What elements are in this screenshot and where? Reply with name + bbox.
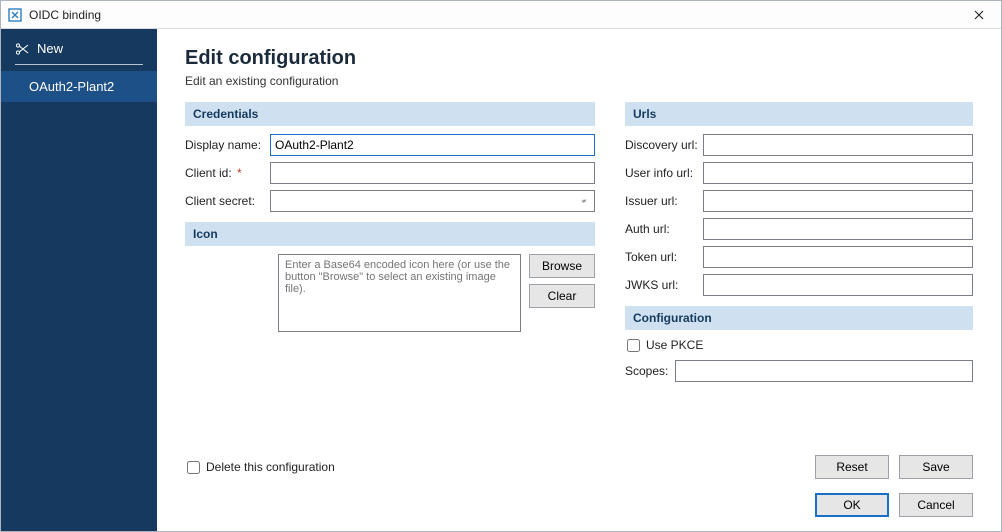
browse-button[interactable]: Browse (529, 254, 595, 278)
token-url-input[interactable] (703, 246, 973, 268)
titlebar: OIDC binding (1, 1, 1001, 29)
icon-textarea[interactable] (278, 254, 521, 332)
sidebar-item-label: OAuth2-Plant2 (29, 79, 114, 94)
auth-url-input[interactable] (703, 218, 973, 240)
issuer-url-label: Issuer url: (625, 194, 703, 208)
auth-url-label: Auth url: (625, 222, 703, 236)
user-info-url-label: User info url: (625, 166, 703, 180)
sidebar: New OAuth2-Plant2 (1, 29, 157, 531)
scopes-input[interactable] (675, 360, 973, 382)
required-marker: * (237, 166, 242, 180)
page-subtitle: Edit an existing configuration (185, 74, 973, 88)
sidebar-new-button[interactable]: New (1, 35, 157, 64)
display-name-input[interactable] (270, 134, 595, 156)
app-icon (7, 7, 23, 23)
sidebar-divider (15, 64, 143, 65)
scissors-icon (15, 42, 29, 56)
use-pkce-label: Use PKCE (646, 338, 703, 352)
client-secret-label: Client secret: (185, 194, 270, 208)
group-header-credentials: Credentials (185, 102, 595, 126)
token-url-label: Token url: (625, 250, 703, 264)
clear-button[interactable]: Clear (529, 284, 595, 308)
main-panel: Edit configuration Edit an existing conf… (157, 29, 1001, 531)
close-icon (974, 10, 984, 20)
sidebar-new-label: New (37, 41, 63, 56)
discovery-url-label: Discovery url: (625, 138, 703, 152)
user-info-url-input[interactable] (703, 162, 973, 184)
client-secret-input[interactable] (270, 190, 595, 212)
sidebar-item-oauth2-plant2[interactable]: OAuth2-Plant2 (1, 71, 157, 102)
eye-off-icon (581, 193, 587, 209)
window-title: OIDC binding (29, 8, 101, 22)
client-id-input[interactable] (270, 162, 595, 184)
jwks-url-label: JWKS url: (625, 278, 703, 292)
group-header-urls: Urls (625, 102, 973, 126)
jwks-url-input[interactable] (703, 274, 973, 296)
use-pkce-checkbox[interactable] (627, 339, 640, 352)
save-button[interactable]: Save (899, 455, 973, 479)
scopes-label: Scopes: (625, 364, 675, 378)
toggle-secret-visibility-button[interactable] (575, 192, 593, 210)
reset-button[interactable]: Reset (815, 455, 889, 479)
client-id-label: Client id: * (185, 166, 270, 180)
window-close-button[interactable] (957, 1, 1001, 29)
issuer-url-input[interactable] (703, 190, 973, 212)
page-title: Edit configuration (185, 47, 973, 70)
delete-configuration-checkbox[interactable] (187, 461, 200, 474)
group-header-icon: Icon (185, 222, 595, 246)
cancel-button[interactable]: Cancel (899, 493, 973, 517)
display-name-label: Display name: (185, 138, 270, 152)
discovery-url-input[interactable] (703, 134, 973, 156)
delete-configuration-label: Delete this configuration (206, 460, 335, 474)
ok-button[interactable]: OK (815, 493, 889, 517)
group-header-configuration: Configuration (625, 306, 973, 330)
